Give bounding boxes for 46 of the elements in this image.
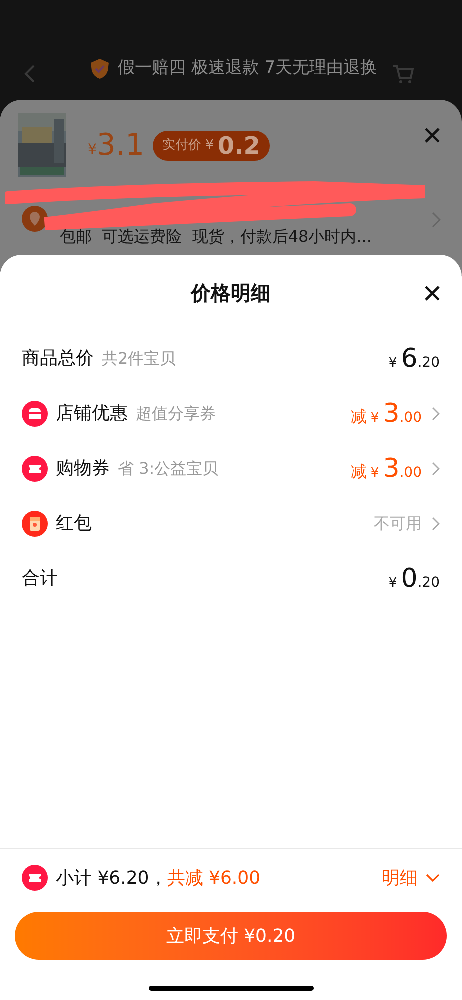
ticket-icon [22,865,48,891]
shield-icon [90,58,110,80]
sheet-title: 价格明细 [191,280,271,307]
badge-price: 0.2 [218,132,260,160]
row-label: 合计 [22,567,58,591]
status-text: 不可用 [374,512,422,534]
currency-symbol: ¥ [388,354,398,372]
total-discount-text: 共减 ¥6.00 [167,866,261,890]
delivery-note: 包邮 可选运费险 现货，付款后48小时内... [60,226,372,248]
back-icon[interactable] [24,64,36,84]
discount-prefix: 减 [350,406,367,428]
cart-icon[interactable] [392,63,414,85]
ticket-icon [22,456,48,482]
currency-symbol: ¥ [388,574,398,592]
currency-symbol: ¥ [88,140,97,160]
amount-integer: 6 [401,344,418,374]
row-label: 红包 [56,512,92,536]
envelope-icon [22,510,48,536]
subtotal-text: 小计 ¥6.20， [56,866,168,890]
row-note: 共2件宝贝 [102,348,176,370]
close-icon[interactable] [425,286,440,301]
row-note: 超值分享券 [136,402,216,424]
chevron-icon[interactable] [432,212,441,228]
row-label: 购物券 [56,457,110,481]
row-label: 店铺优惠 [56,402,128,426]
badge-label: 实付价 [162,137,202,156]
currency-symbol: ¥ [206,137,214,156]
caret-icon [426,874,440,882]
discount-prefix: 减 [350,460,367,482]
amount-cents: .20 [418,574,440,592]
amount-cents: .00 [400,464,422,482]
currency-symbol: ¥ [370,410,380,428]
guarantee-text: 假一赔四 极速退款 7天无理由退换 [118,57,378,80]
location-icon [22,206,48,232]
amount-integer: 0 [401,564,418,594]
amount-cents: .20 [418,354,440,372]
detail-link[interactable]: 明细 [382,864,440,892]
product-price: 3.1 [96,128,145,164]
pay-button[interactable]: 立即支付 ¥0.20 [15,912,447,960]
row-label: 商品总价 [22,347,94,371]
shop-icon [22,400,48,426]
currency-symbol: ¥ [370,464,380,482]
amount-integer: 3 [383,398,400,428]
amount-integer: 3 [383,454,400,484]
row-note: 省 3:公益宝贝 [118,458,219,480]
amount-cents: .00 [400,408,422,428]
